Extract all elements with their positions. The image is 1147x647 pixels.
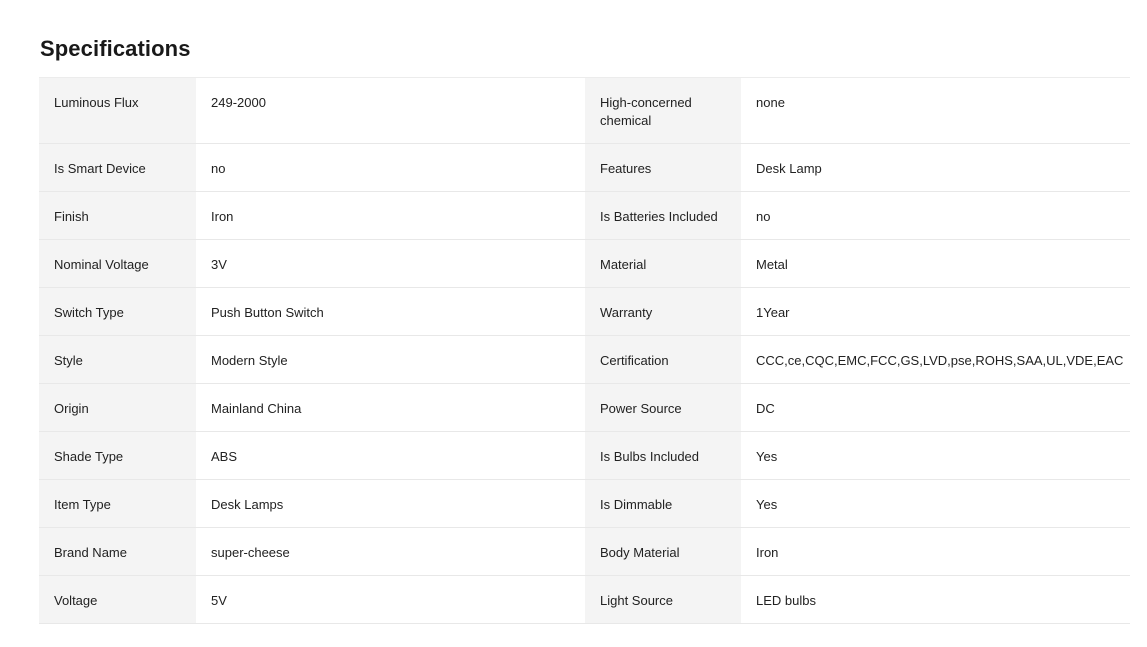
spec-label: Certification — [585, 336, 741, 383]
spec-label: Material — [585, 240, 741, 287]
spec-label: Luminous Flux — [39, 78, 196, 143]
spec-value: Yes — [741, 480, 1130, 527]
spec-label: Is Bulbs Included — [585, 432, 741, 479]
section-title: Specifications — [40, 36, 191, 61]
spec-label: Nominal Voltage — [39, 240, 196, 287]
spec-label: Is Dimmable — [585, 480, 741, 527]
spec-row: Shade Type ABS Is Bulbs Included Yes — [39, 432, 1130, 480]
spec-value: super-cheese — [196, 528, 585, 575]
spec-value: 3V — [196, 240, 585, 287]
spec-value: CCC,ce,CQC,EMC,FCC,GS,LVD,pse,ROHS,SAA,U… — [741, 336, 1130, 383]
spec-value: 5V — [196, 576, 585, 623]
spec-label: Light Source — [585, 576, 741, 623]
specifications-page: Specifications Luminous Flux 249-2000 Hi… — [0, 0, 1147, 647]
spec-value: LED bulbs — [741, 576, 1130, 623]
spec-value: ABS — [196, 432, 585, 479]
specifications-table: Luminous Flux 249-2000 High-concerned ch… — [39, 77, 1130, 624]
spec-value: Desk Lamps — [196, 480, 585, 527]
spec-label: Features — [585, 144, 741, 191]
spec-label: Warranty — [585, 288, 741, 335]
spec-row: Voltage 5V Light Source LED bulbs — [39, 576, 1130, 624]
spec-value: Push Button Switch — [196, 288, 585, 335]
spec-row: Is Smart Device no Features Desk Lamp — [39, 144, 1130, 192]
spec-label: Item Type — [39, 480, 196, 527]
spec-label: Shade Type — [39, 432, 196, 479]
spec-row: Switch Type Push Button Switch Warranty … — [39, 288, 1130, 336]
spec-value: Iron — [196, 192, 585, 239]
spec-row: Finish Iron Is Batteries Included no — [39, 192, 1130, 240]
spec-value: Modern Style — [196, 336, 585, 383]
spec-label: Finish — [39, 192, 196, 239]
spec-value: no — [741, 192, 1130, 239]
spec-label: Origin — [39, 384, 196, 431]
spec-row: Style Modern Style Certification CCC,ce,… — [39, 336, 1130, 384]
spec-value: no — [196, 144, 585, 191]
spec-label: Is Batteries Included — [585, 192, 741, 239]
spec-value: 249-2000 — [196, 78, 585, 143]
spec-value: DC — [741, 384, 1130, 431]
spec-row: Luminous Flux 249-2000 High-concerned ch… — [39, 78, 1130, 144]
spec-row: Brand Name super-cheese Body Material Ir… — [39, 528, 1130, 576]
spec-value: Iron — [741, 528, 1130, 575]
spec-value: none — [741, 78, 1130, 143]
spec-label: Voltage — [39, 576, 196, 623]
spec-label: Body Material — [585, 528, 741, 575]
spec-label: Brand Name — [39, 528, 196, 575]
spec-row: Nominal Voltage 3V Material Metal — [39, 240, 1130, 288]
spec-row: Origin Mainland China Power Source DC — [39, 384, 1130, 432]
spec-row: Item Type Desk Lamps Is Dimmable Yes — [39, 480, 1130, 528]
spec-label: Is Smart Device — [39, 144, 196, 191]
spec-label: Switch Type — [39, 288, 196, 335]
spec-value: Metal — [741, 240, 1130, 287]
spec-label: Style — [39, 336, 196, 383]
spec-value: Desk Lamp — [741, 144, 1130, 191]
spec-label: High-concerned chemical — [585, 78, 741, 143]
spec-value: Mainland China — [196, 384, 585, 431]
spec-value: Yes — [741, 432, 1130, 479]
spec-label: Power Source — [585, 384, 741, 431]
spec-value: 1Year — [741, 288, 1130, 335]
